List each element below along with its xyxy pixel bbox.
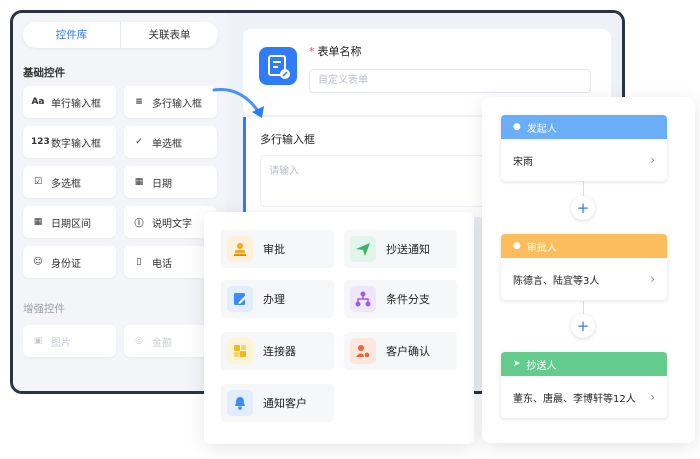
flow-node-body: 宋雨 › [501, 139, 667, 181]
required-asterisk: * [309, 45, 315, 58]
approval-flow-panel: + + ● 发起人 宋雨 › ● 审批人 陈德言、陆宜等3人 › ➤ 抄送人 董… [482, 97, 695, 443]
flow-node-body: 陈德言、陆宜等3人 › [501, 258, 667, 300]
send-icon [350, 236, 376, 262]
person-icon: ☺ [33, 257, 43, 267]
branch-icon [350, 286, 376, 312]
control-label: 单选框 [152, 138, 182, 150]
tab-controls[interactable]: 控件库 [23, 22, 121, 48]
chevron-right-icon: › [650, 390, 655, 404]
node-label: 办理 [263, 293, 285, 306]
control-image[interactable]: ▣ 图片 [23, 325, 116, 357]
control-single-line[interactable]: Aa 单行输入框 [23, 86, 116, 118]
form-name-text: 表单名称 [317, 45, 362, 58]
form-name-input[interactable]: 自定义表单 [309, 69, 591, 93]
flow-node-cc[interactable]: ➤ 抄送人 董东、唐晨、李博轩等12人 › [501, 352, 667, 418]
add-node-plus-icon[interactable]: + [571, 196, 595, 220]
bell-icon [227, 390, 253, 416]
coin-icon: ◎ [135, 336, 143, 346]
control-label: 数字输入框 [51, 138, 101, 150]
chevron-right-icon: › [650, 272, 655, 286]
flow-node-approver[interactable]: ● 审批人 陈德言、陆宜等3人 › [501, 234, 667, 300]
node-label: 客户确认 [386, 345, 430, 358]
text-icon: Aa [31, 97, 45, 107]
person-icon: ● [513, 241, 521, 251]
control-multi-line[interactable]: ≡ 多行输入框 [124, 86, 217, 118]
add-node-plus-icon[interactable]: + [571, 314, 595, 338]
tab-related-forms[interactable]: 关联表单 [121, 22, 218, 48]
info-icon: ⓘ [134, 218, 144, 229]
control-label: 日期区间 [51, 218, 91, 230]
control-radio[interactable]: ✓ 单选框 [124, 126, 217, 158]
control-date[interactable]: ▦ 日期 [124, 166, 217, 198]
control-id-card[interactable]: ☺ 身份证 [23, 246, 116, 278]
calendar-icon: ▦ [134, 177, 144, 187]
lines-icon: ≡ [135, 97, 143, 107]
node-condition-branch[interactable]: 条件分支 [344, 280, 457, 318]
node-label: 审批 [263, 243, 285, 256]
calendar-icon: ▦ [33, 217, 43, 227]
control-label: 单行输入框 [51, 98, 101, 110]
phone-icon: ▯ [136, 257, 142, 267]
send-icon: ➤ [513, 359, 521, 369]
node-label: 抄送通知 [386, 243, 430, 256]
section-enhanced-title: 增强控件 [23, 303, 65, 315]
flow-node-header: ● 审批人 [501, 234, 667, 258]
number-icon: 123 [31, 137, 50, 147]
node-label: 通知客户 [263, 397, 307, 410]
multiline-textarea[interactable]: 请输入 [260, 155, 490, 207]
edit-icon [227, 286, 253, 312]
control-number[interactable]: 123 数字输入框 [23, 126, 116, 158]
checkbox-icon: ☑ [33, 177, 43, 187]
node-customer-confirm[interactable]: 客户确认 [344, 332, 457, 370]
control-date-range[interactable]: ▦ 日期区间 [23, 206, 116, 238]
drag-arrow-icon [212, 88, 264, 118]
flow-node-value: 董东、唐晨、李博轩等12人 [513, 393, 636, 405]
node-notify-customer[interactable]: 通知客户 [221, 384, 334, 422]
control-label: 图片 [51, 337, 71, 349]
flow-node-title: 审批人 [526, 242, 557, 254]
stamp-icon [227, 236, 253, 262]
field-label: 多行输入框 [260, 133, 315, 146]
image-icon: ▣ [33, 336, 43, 346]
control-label: 身份证 [51, 258, 81, 270]
control-label: 日期 [152, 178, 172, 190]
person-icon: ● [513, 122, 521, 132]
control-label: 金额 [152, 337, 172, 349]
node-cc-notify[interactable]: 抄送通知 [344, 230, 457, 268]
section-basic-title: 基础控件 [23, 67, 65, 79]
form-name-label: * 表单名称 [309, 43, 362, 59]
node-picker-panel: 审批 抄送通知 办理 条件分支 连接器 客户确认 通知客户 [204, 212, 474, 444]
control-checkbox[interactable]: ☑ 多选框 [23, 166, 116, 198]
flow-node-value: 宋雨 [513, 156, 533, 168]
node-label: 连接器 [263, 345, 296, 358]
customer-icon [350, 338, 376, 364]
control-label: 电话 [152, 258, 172, 270]
node-handle[interactable]: 办理 [221, 280, 334, 318]
radio-check-icon: ✓ [135, 137, 143, 147]
control-label: 多选框 [51, 178, 81, 190]
flow-node-title: 抄送人 [526, 360, 557, 372]
node-label: 条件分支 [386, 293, 430, 306]
panel-tabs: 控件库 关联表单 [23, 22, 218, 48]
flow-node-header: ● 发起人 [501, 115, 667, 139]
flow-node-value: 陈德言、陆宜等3人 [513, 275, 600, 287]
control-label: 多行输入框 [152, 98, 202, 110]
chevron-right-icon: › [650, 153, 655, 167]
connector-icon [227, 338, 253, 364]
node-approve[interactable]: 审批 [221, 230, 334, 268]
flow-node-initiator[interactable]: ● 发起人 宋雨 › [501, 115, 667, 181]
control-label: 说明文字 [152, 218, 192, 230]
control-library-panel: 控件库 关联表单 基础控件 Aa 单行输入框 ≡ 多行输入框 123 数字输入框… [13, 13, 227, 391]
node-connector[interactable]: 连接器 [221, 332, 334, 370]
flow-node-body: 董东、唐晨、李博轩等12人 › [501, 376, 667, 418]
flow-node-header: ➤ 抄送人 [501, 352, 667, 376]
form-edit-icon[interactable] [259, 47, 297, 85]
flow-node-title: 发起人 [526, 123, 557, 135]
